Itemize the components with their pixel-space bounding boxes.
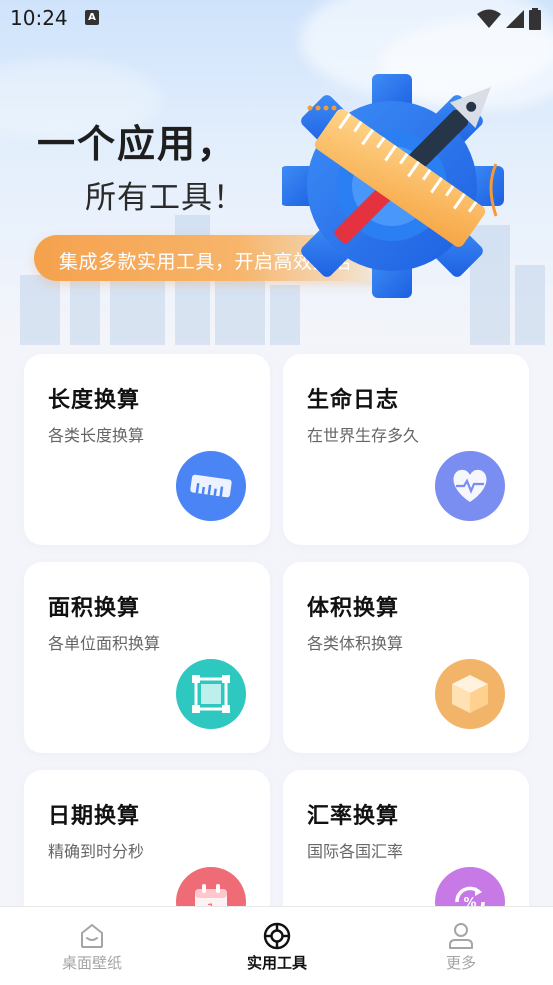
card-desc: 精确到时分秒 <box>48 842 145 861</box>
ruler-icon <box>176 451 246 521</box>
status-bar: 10:24 A <box>0 0 553 38</box>
wifi-icon <box>477 9 501 28</box>
card-desc: 各单位面积换算 <box>48 634 161 653</box>
card-title: 面积换算 <box>48 596 141 621</box>
card-desc: 国际各国汇率 <box>307 842 404 861</box>
tab-tools[interactable]: 实用工具 <box>212 907 342 985</box>
card-title: 长度换算 <box>48 388 141 413</box>
hero-subtitle: 所有工具！ <box>85 180 245 216</box>
card-title: 日期换算 <box>48 804 141 829</box>
tool-card-area[interactable]: 面积换算 各单位面积换算 <box>24 562 270 753</box>
status-icons <box>477 8 541 30</box>
status-time: 10:24 <box>10 6 68 30</box>
notification-icon: A <box>85 10 99 25</box>
tab-wallpaper[interactable]: 桌面壁纸 <box>27 907 157 985</box>
card-desc: 在世界生存多久 <box>307 426 420 445</box>
tool-card-volume[interactable]: 体积换算 各类体积换算 <box>283 562 529 753</box>
tools-icon <box>263 922 291 950</box>
card-title: 体积换算 <box>307 596 400 621</box>
gear-tools-illustration <box>282 74 504 298</box>
user-icon <box>449 923 473 949</box>
tab-label: 更多 <box>445 954 476 972</box>
box-icon <box>435 659 505 729</box>
tool-card-life-log[interactable]: 生命日志 在世界生存多久 <box>283 354 529 545</box>
card-desc: 各类长度换算 <box>48 426 145 445</box>
tab-more[interactable]: 更多 <box>396 907 526 985</box>
tab-label: 实用工具 <box>246 954 307 972</box>
card-title: 汇率换算 <box>307 804 400 829</box>
bottom-tab-bar: 桌面壁纸 实用工具 更多 <box>0 906 553 985</box>
tab-label: 桌面壁纸 <box>61 954 122 972</box>
heart-icon <box>435 451 505 521</box>
area-icon <box>176 659 246 729</box>
hero-title: 一个应用， <box>37 122 238 166</box>
tool-card-length[interactable]: 长度换算 各类长度换算 <box>24 354 270 545</box>
card-desc: 各类体积换算 <box>307 634 404 653</box>
signal-icon <box>506 10 524 28</box>
card-title: 生命日志 <box>307 388 400 413</box>
battery-icon <box>529 8 541 30</box>
home-icon <box>81 924 103 948</box>
